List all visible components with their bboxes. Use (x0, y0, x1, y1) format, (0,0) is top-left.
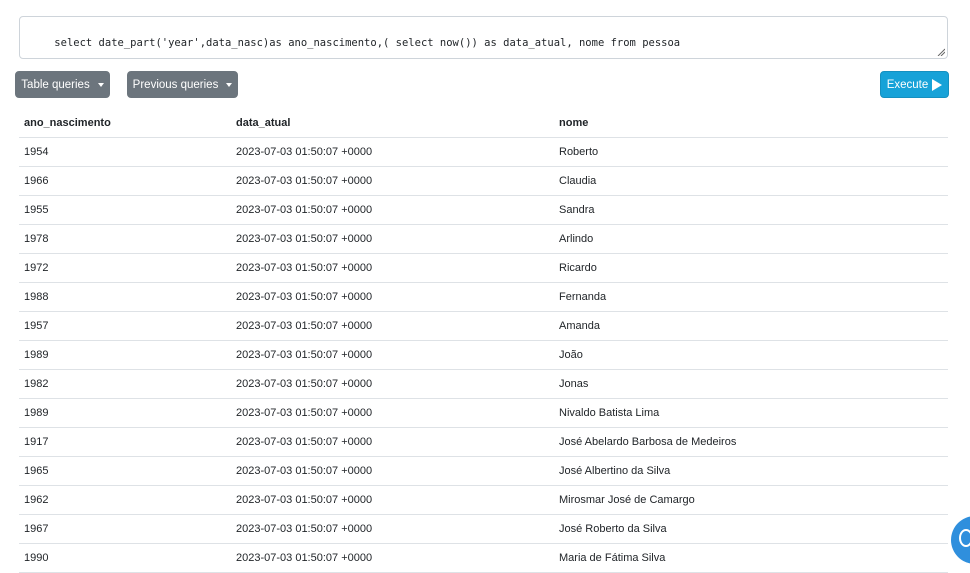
cell-nome: Ricardo (554, 253, 948, 283)
cell-ano-nascimento: 1962 (19, 485, 231, 515)
cell-ano-nascimento: 1988 (19, 282, 231, 312)
table-row: 1988 2023-07-03 01:50:07 +0000 Fernanda (19, 282, 948, 312)
column-header-data-atual: data_atual (231, 109, 554, 138)
cell-nome: Fernanda (554, 282, 948, 312)
cell-nome: João (554, 340, 948, 370)
cell-ano-nascimento: 1989 (19, 340, 231, 370)
cell-ano-nascimento: 1972 (19, 253, 231, 283)
cell-ano-nascimento: 1954 (19, 137, 231, 167)
column-header-ano-nascimento: ano_nascimento (19, 109, 231, 138)
cell-nome: Arlindo (554, 224, 948, 254)
table-row: 1972 2023-07-03 01:50:07 +0000 Ricardo (19, 253, 948, 283)
cell-ano-nascimento: 1982 (19, 369, 231, 399)
resize-handle-icon[interactable] (937, 48, 945, 56)
cell-data-atual: 2023-07-03 01:50:07 +0000 (231, 340, 554, 370)
cell-nome: Roberto (554, 137, 948, 167)
cell-data-atual: 2023-07-03 01:50:07 +0000 (231, 456, 554, 486)
header-row: ano_nascimento data_atual nome (19, 109, 948, 138)
previous-queries-button[interactable]: Previous queries (127, 71, 238, 98)
cell-ano-nascimento: 1966 (19, 166, 231, 196)
cell-ano-nascimento: 1965 (19, 456, 231, 486)
cell-data-atual: 2023-07-03 01:50:07 +0000 (231, 253, 554, 283)
table-row: 1966 2023-07-03 01:50:07 +0000 Claudia (19, 166, 948, 196)
cell-data-atual: 2023-07-03 01:50:07 +0000 (231, 485, 554, 515)
cell-data-atual: 2023-07-03 01:50:07 +0000 (231, 514, 554, 544)
cell-nome: Amanda (554, 311, 948, 341)
cell-data-atual: 2023-07-03 01:50:07 +0000 (231, 137, 554, 167)
cell-ano-nascimento: 1967 (19, 514, 231, 544)
table-row: 1967 2023-07-03 01:50:07 +0000 José Robe… (19, 514, 948, 544)
query-editor[interactable]: select date_part('year',data_nasc)as ano… (19, 16, 948, 59)
cell-ano-nascimento: 1989 (19, 398, 231, 428)
table-row: 1962 2023-07-03 01:50:07 +0000 Mirosmar … (19, 485, 948, 515)
execute-label: Execute (886, 78, 929, 91)
cell-nome: Claudia (554, 166, 948, 196)
table-row: 1917 2023-07-03 01:50:07 +0000 José Abel… (19, 427, 948, 457)
chevron-down-icon (97, 82, 104, 87)
cell-data-atual: 2023-07-03 01:50:07 +0000 (231, 369, 554, 399)
cell-ano-nascimento: 1978 (19, 224, 231, 254)
execute-button[interactable]: Execute (880, 71, 949, 98)
cell-nome: Nivaldo Batista Lima (554, 398, 948, 428)
cell-nome: José Albertino da Silva (554, 456, 948, 486)
cell-nome: Sandra (554, 195, 948, 225)
cell-nome: José Abelardo Barbosa de Medeiros (554, 427, 948, 457)
table-row: 1982 2023-07-03 01:50:07 +0000 Jonas (19, 369, 948, 399)
cell-data-atual: 2023-07-03 01:50:07 +0000 (231, 224, 554, 254)
cell-nome: Jonas (554, 369, 948, 399)
chat-icon (959, 529, 970, 547)
table-row: 1957 2023-07-03 01:50:07 +0000 Amanda (19, 311, 948, 341)
cell-nome: Maria de Fátima Silva (554, 543, 948, 573)
table-queries-button[interactable]: Table queries (15, 71, 110, 98)
table-row: 1954 2023-07-03 01:50:07 +0000 Roberto (19, 137, 948, 167)
column-header-nome: nome (554, 109, 948, 138)
cell-data-atual: 2023-07-03 01:50:07 +0000 (231, 427, 554, 457)
cell-data-atual: 2023-07-03 01:50:07 +0000 (231, 195, 554, 225)
results-table: ano_nascimento data_atual nome 1954 2023… (19, 109, 948, 573)
cell-nome: Mirosmar José de Camargo (554, 485, 948, 515)
table-row: 1989 2023-07-03 01:50:07 +0000 Nivaldo B… (19, 398, 948, 428)
cell-data-atual: 2023-07-03 01:50:07 +0000 (231, 311, 554, 341)
chat-fab-button[interactable] (951, 516, 970, 564)
query-page: select date_part('year',data_nasc)as ano… (0, 0, 970, 573)
query-text: select date_part('year',data_nasc)as ano… (54, 37, 681, 49)
cell-ano-nascimento: 1990 (19, 543, 231, 573)
chevron-down-icon (226, 82, 233, 87)
table-row: 1989 2023-07-03 01:50:07 +0000 João (19, 340, 948, 370)
cell-data-atual: 2023-07-03 01:50:07 +0000 (231, 166, 554, 196)
table-row: 1955 2023-07-03 01:50:07 +0000 Sandra (19, 195, 948, 225)
cell-ano-nascimento: 1955 (19, 195, 231, 225)
table-row: 1990 2023-07-03 01:50:07 +0000 Maria de … (19, 543, 948, 573)
cell-nome: José Roberto da Silva (554, 514, 948, 544)
table-queries-label: Table queries (21, 78, 90, 91)
play-icon (932, 78, 943, 91)
previous-queries-label: Previous queries (132, 78, 219, 91)
cell-ano-nascimento: 1917 (19, 427, 231, 457)
cell-data-atual: 2023-07-03 01:50:07 +0000 (231, 398, 554, 428)
table-row: 1965 2023-07-03 01:50:07 +0000 José Albe… (19, 456, 948, 486)
table-row: 1978 2023-07-03 01:50:07 +0000 Arlindo (19, 224, 948, 254)
cell-ano-nascimento: 1957 (19, 311, 231, 341)
cell-data-atual: 2023-07-03 01:50:07 +0000 (231, 282, 554, 312)
cell-data-atual: 2023-07-03 01:50:07 +0000 (231, 543, 554, 573)
